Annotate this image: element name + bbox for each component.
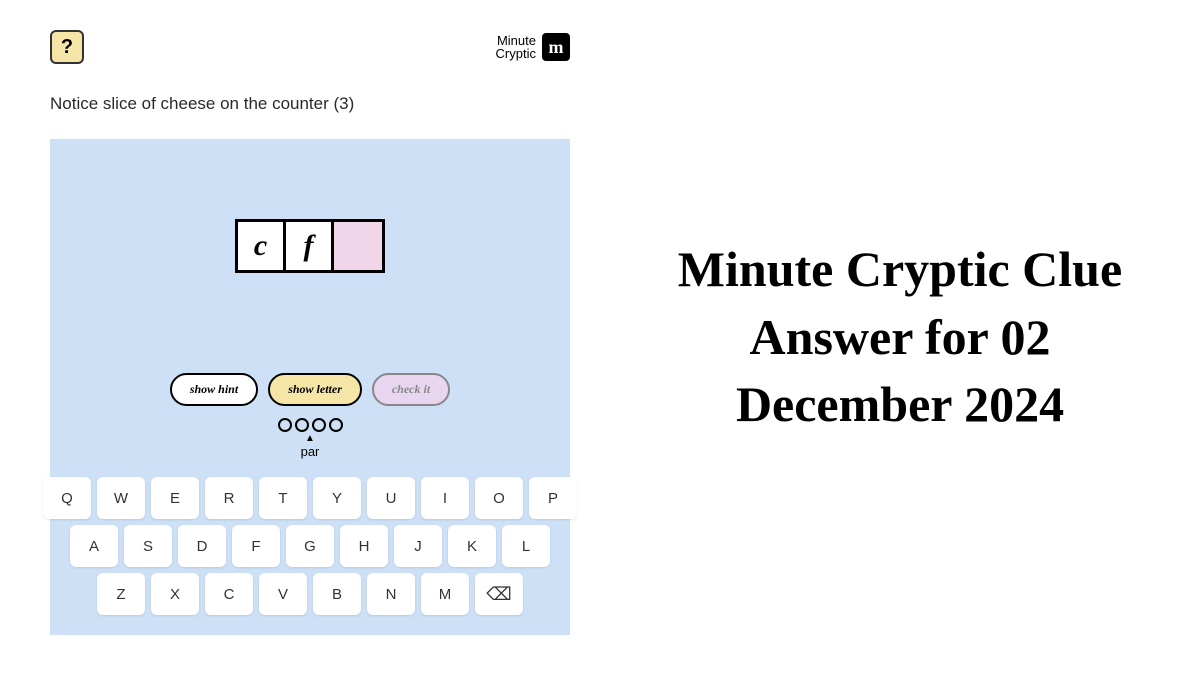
key-x[interactable]: X	[151, 573, 199, 615]
par-circle	[312, 418, 326, 432]
key-y[interactable]: Y	[313, 477, 361, 519]
answer-cell-2[interactable]: f	[286, 222, 334, 270]
par-circle	[329, 418, 343, 432]
par-circle	[278, 418, 292, 432]
answer-row: c f	[70, 219, 550, 273]
key-f[interactable]: F	[232, 525, 280, 567]
keyboard-row-1: QWERTYUIOP	[43, 477, 577, 519]
page-title: Minute Cryptic Clue Answer for 02 Decemb…	[640, 236, 1160, 439]
key-a[interactable]: A	[70, 525, 118, 567]
key-i[interactable]: I	[421, 477, 469, 519]
keyboard-row-2: ASDFGHJKL	[70, 525, 550, 567]
key-t[interactable]: T	[259, 477, 307, 519]
answer-cell-3[interactable]	[334, 222, 382, 270]
keyboard: QWERTYUIOP ASDFGHJKL ZXCVBNM⌫	[70, 477, 550, 615]
par-circles	[278, 418, 343, 432]
logo: Minute Cryptic m	[496, 33, 570, 61]
key-g[interactable]: G	[286, 525, 334, 567]
check-it-button[interactable]: check it	[372, 373, 450, 406]
key-d[interactable]: D	[178, 525, 226, 567]
answer-cell-1[interactable]: c	[238, 222, 286, 270]
key-w[interactable]: W	[97, 477, 145, 519]
par-circle	[295, 418, 309, 432]
key-q[interactable]: Q	[43, 477, 91, 519]
title-panel: Minute Cryptic Clue Answer for 02 Decemb…	[600, 0, 1200, 675]
key-j[interactable]: J	[394, 525, 442, 567]
controls: show hint show letter check it	[70, 373, 550, 406]
key-v[interactable]: V	[259, 573, 307, 615]
show-letter-button[interactable]: show letter	[268, 373, 362, 406]
key-n[interactable]: N	[367, 573, 415, 615]
backspace-key[interactable]: ⌫	[475, 573, 523, 615]
key-p[interactable]: P	[529, 477, 577, 519]
show-hint-button[interactable]: show hint	[170, 373, 258, 406]
key-e[interactable]: E	[151, 477, 199, 519]
key-z[interactable]: Z	[97, 573, 145, 615]
key-b[interactable]: B	[313, 573, 361, 615]
logo-icon: m	[542, 33, 570, 61]
key-l[interactable]: L	[502, 525, 550, 567]
help-button[interactable]: ?	[50, 30, 84, 64]
key-s[interactable]: S	[124, 525, 172, 567]
key-k[interactable]: K	[448, 525, 496, 567]
answer-grid[interactable]: c f	[235, 219, 385, 273]
key-u[interactable]: U	[367, 477, 415, 519]
keyboard-row-3: ZXCVBNM⌫	[97, 573, 523, 615]
par-arrow-icon: ▲	[305, 433, 315, 444]
key-r[interactable]: R	[205, 477, 253, 519]
key-o[interactable]: O	[475, 477, 523, 519]
game-board: c f show hint show letter check it ▲ par…	[50, 139, 570, 635]
key-h[interactable]: H	[340, 525, 388, 567]
header: ? Minute Cryptic m	[50, 30, 570, 64]
clue-text: Notice slice of cheese on the counter (3…	[50, 94, 570, 114]
par-indicator: ▲ par	[70, 418, 550, 459]
key-c[interactable]: C	[205, 573, 253, 615]
logo-text: Minute Cryptic	[496, 34, 536, 60]
key-m[interactable]: M	[421, 573, 469, 615]
par-label: par	[301, 444, 320, 459]
